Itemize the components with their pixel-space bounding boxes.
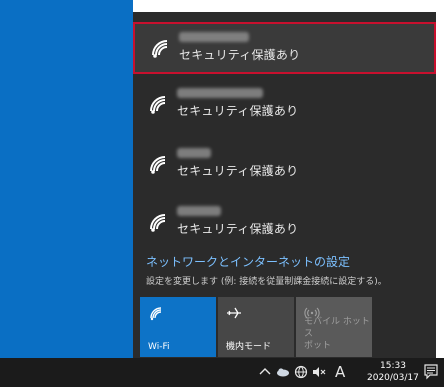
- tile-label: 機内モード: [226, 342, 272, 352]
- tile-label: Wi-Fi: [148, 342, 170, 352]
- network-flyout: セキュリティ保護あり セキュリティ保護あり セキュリティ保護あり セキュリティ保…: [133, 12, 436, 358]
- chevron-up-icon[interactable]: [258, 365, 272, 379]
- network-security-label: セキュリティ保護あり: [179, 48, 301, 62]
- network-globe-icon[interactable]: [294, 365, 308, 379]
- wifi-signal-icon: [150, 156, 166, 174]
- tile-label: モバイル ホットス ポット: [304, 317, 370, 351]
- wifi-network-item[interactable]: セキュリティ保護あり: [133, 80, 436, 132]
- wifi-network-item[interactable]: セキュリティ保護あり: [133, 22, 436, 74]
- wifi-network-item[interactable]: セキュリティ保護あり: [133, 140, 436, 192]
- action-center-icon[interactable]: [424, 364, 438, 380]
- network-settings-link[interactable]: ネットワークとインターネットの設定: [146, 253, 350, 270]
- network-ssid: [177, 88, 263, 98]
- network-ssid: [177, 148, 211, 158]
- network-security-label: セキュリティ保護あり: [177, 222, 299, 236]
- wifi-signal-icon: [150, 96, 166, 114]
- clock-time[interactable]: 15:33: [380, 361, 406, 371]
- wifi-signal-icon: [152, 40, 168, 58]
- clock-date[interactable]: 2020/03/17: [367, 373, 419, 383]
- network-ssid: [177, 206, 221, 216]
- airplane-mode-tile[interactable]: 機内モード: [218, 297, 294, 357]
- network-ssid: [179, 32, 249, 42]
- speaker-muted-icon[interactable]: [312, 365, 326, 379]
- desktop-background: [0, 0, 133, 358]
- wifi-icon: [150, 307, 162, 321]
- network-settings-description: 設定を変更します (例: 接続を従量制課金接続に設定する)。: [146, 277, 387, 287]
- network-security-label: セキュリティ保護あり: [177, 164, 299, 178]
- onedrive-icon[interactable]: [276, 365, 290, 379]
- mobile-hotspot-tile[interactable]: モバイル ホットス ポット: [296, 297, 372, 357]
- taskbar: A 15:33 2020/03/17: [0, 358, 444, 387]
- wifi-toggle-tile[interactable]: Wi-Fi: [140, 297, 216, 357]
- ime-mode-indicator[interactable]: A: [335, 363, 345, 381]
- wifi-signal-icon: [150, 214, 166, 232]
- wifi-network-item[interactable]: セキュリティ保護あり: [133, 198, 436, 250]
- airplane-icon: [227, 307, 241, 319]
- network-security-label: セキュリティ保護あり: [177, 104, 299, 118]
